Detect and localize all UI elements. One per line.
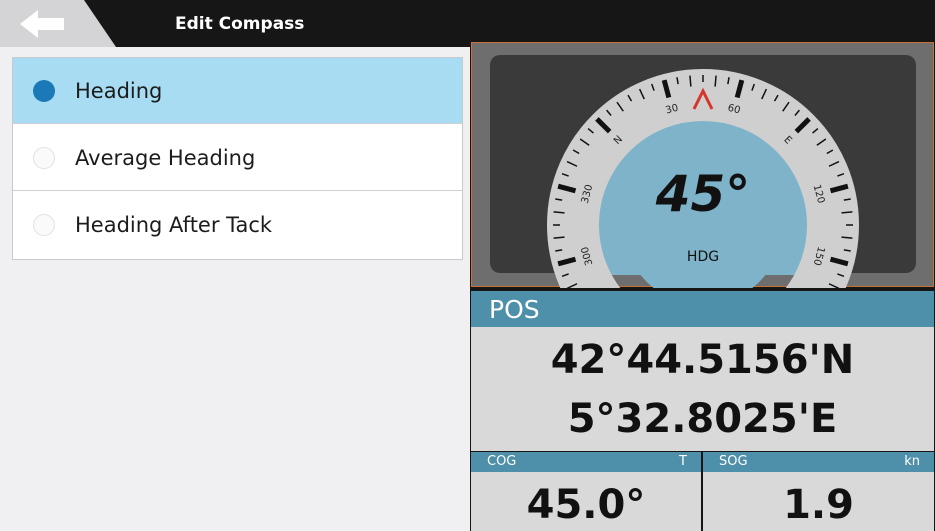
top-bar-right (471, 0, 935, 42)
sog-unit: kn (904, 454, 920, 469)
page-title: Edit Compass (175, 14, 305, 34)
back-arrow-icon (20, 10, 64, 38)
sog-header: SOG kn (703, 452, 934, 472)
position-readout: 42°44.5156'N 5°32.8025'E (471, 327, 934, 451)
option-label: Heading After Tack (75, 213, 273, 237)
option-label: Heading (75, 79, 163, 103)
option-heading[interactable]: Heading (13, 58, 462, 124)
compass-heading-label: HDG (687, 249, 719, 265)
compass-minor-tick (714, 75, 717, 87)
compass-dial: N30 60E120150300330 45° HDG (547, 69, 859, 288)
compass-minor-tick (553, 211, 565, 214)
position-header: POS (471, 291, 934, 327)
option-average-heading[interactable]: Average Heading (13, 125, 462, 191)
compass-minor-tick (689, 75, 692, 87)
longitude-value: 5°32.8025'E (567, 396, 838, 442)
cog-unit: T (679, 454, 687, 469)
cog-readout: COG T 45.0° (471, 452, 701, 531)
compass-heading-value: 45° (655, 165, 751, 223)
position-label: POS (489, 295, 540, 324)
radio-unselected-icon (33, 147, 55, 169)
sog-label: SOG (719, 454, 748, 469)
compass-options-list: Heading Average Heading Heading After Ta… (12, 57, 463, 260)
back-button[interactable] (0, 0, 120, 47)
top-bar: Edit Compass (0, 0, 471, 47)
cog-header: COG T (471, 452, 701, 472)
radio-selected-icon (33, 80, 55, 102)
option-heading-after-tack[interactable]: Heading After Tack (13, 192, 462, 258)
compass-gauge-panel: N 30 60 E 120 150 300 330 45° HDG (471, 42, 934, 288)
option-label: Average Heading (75, 146, 256, 170)
radio-unselected-icon (33, 214, 55, 236)
sog-value: 1.9 (783, 482, 854, 528)
compass-minor-tick (553, 236, 565, 239)
cog-value: 45.0° (526, 482, 646, 528)
sog-readout: SOG kn 1.9 (703, 452, 934, 531)
cog-label: COG (487, 454, 517, 469)
compass-minor-tick (841, 211, 853, 214)
latitude-value: 42°44.5156'N (550, 337, 855, 383)
compass-minor-tick (841, 236, 853, 239)
